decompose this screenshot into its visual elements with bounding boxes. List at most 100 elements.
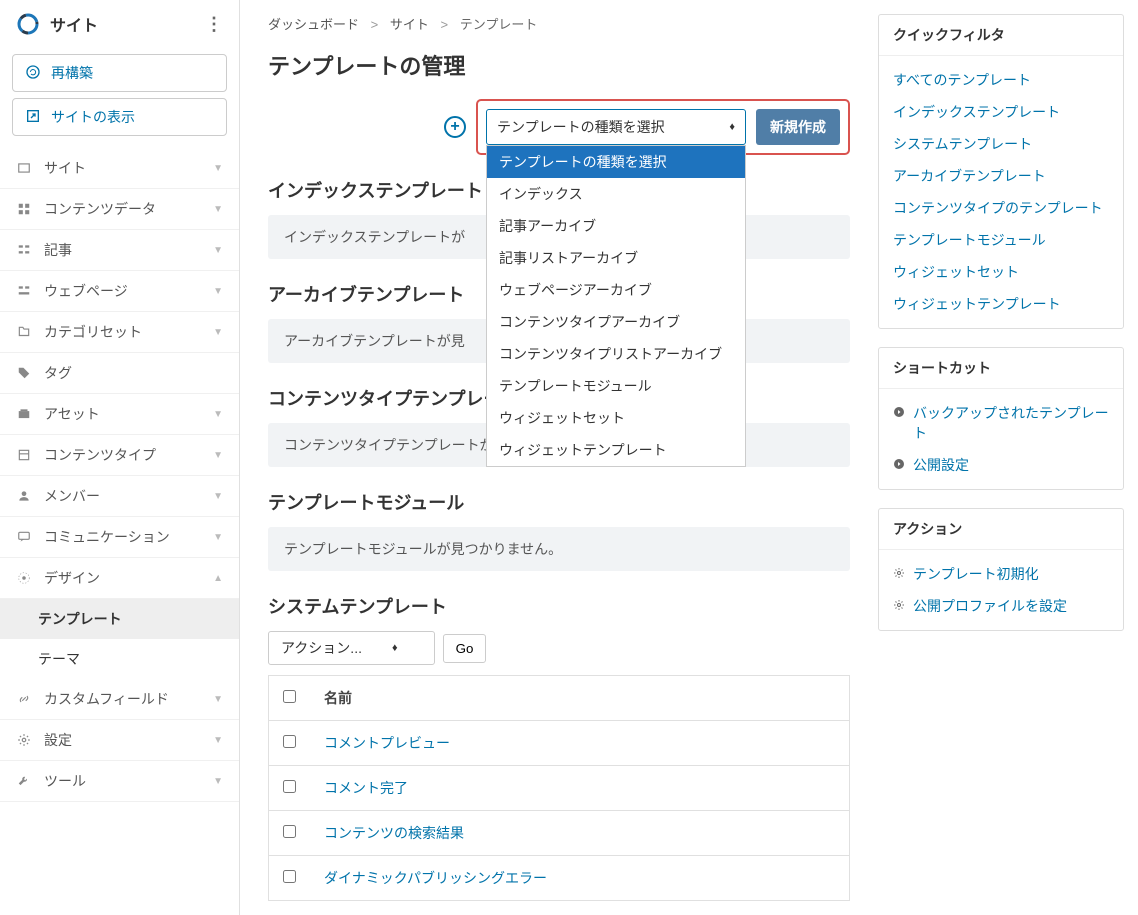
sidebar-title-text: サイト	[50, 12, 98, 36]
template-link[interactable]: コメント完了	[324, 780, 408, 796]
dropdown-item[interactable]: コンテンツタイプアーカイブ	[487, 306, 745, 338]
more-icon[interactable]: ⋮	[205, 14, 223, 35]
sidebar-item-customfield[interactable]: カスタムフィールド ▼	[0, 679, 239, 720]
filter-link[interactable]: ウィジェットテンプレート	[893, 288, 1109, 320]
row-checkbox[interactable]	[283, 825, 296, 838]
dropdown-item[interactable]: 記事アーカイブ	[487, 210, 745, 242]
chevron-down-icon: ▼	[213, 327, 223, 338]
chevron-down-icon: ▼	[213, 245, 223, 256]
sidebar-subitem-template[interactable]: テンプレート	[0, 599, 239, 639]
add-icon[interactable]: +	[444, 116, 466, 138]
panel-title: アクション	[879, 509, 1123, 550]
shortcut-label: バックアップされたテンプレート	[913, 403, 1109, 443]
nav-label: コンテンツデータ	[44, 199, 156, 219]
sidebar-item-site[interactable]: サイト ▼	[0, 148, 239, 189]
breadcrumb-site[interactable]: サイト	[390, 17, 429, 32]
table-row: ダイナミックパブリッシングエラー	[269, 856, 850, 901]
action-link[interactable]: 公開プロファイルを設定	[893, 590, 1109, 622]
sidebar: サイト ⋮ 再構築 サイトの表示 サイト ▼	[0, 0, 240, 915]
dropdown-item[interactable]: ウェブページアーカイブ	[487, 274, 745, 306]
filter-link[interactable]: ウィジェットセット	[893, 256, 1109, 288]
bulk-action-select[interactable]: アクション... ♦	[268, 631, 435, 665]
sidebar-item-webpage[interactable]: ウェブページ ▼	[0, 271, 239, 312]
rebuild-label: 再構築	[51, 63, 93, 83]
sidebar-subitem-theme[interactable]: テーマ	[0, 639, 239, 679]
sidebar-item-entry[interactable]: 記事 ▼	[0, 230, 239, 271]
row-checkbox[interactable]	[283, 780, 296, 793]
sidebar-item-contentdata[interactable]: コンテンツデータ ▼	[0, 189, 239, 230]
asset-icon	[16, 406, 32, 422]
sidebar-item-categoryset[interactable]: カテゴリセット ▼	[0, 312, 239, 353]
chevron-down-icon: ▼	[213, 776, 223, 787]
chevron-down-icon: ▼	[213, 491, 223, 502]
dropdown-item[interactable]: ウィジェットテンプレート	[487, 434, 745, 466]
sidebar-item-communication[interactable]: コミュニケーション ▼	[0, 517, 239, 558]
chevron-down-icon: ▼	[213, 409, 223, 420]
sidebar-item-contenttype[interactable]: コンテンツタイプ ▼	[0, 435, 239, 476]
sidebar-item-design[interactable]: デザイン ▲	[0, 558, 239, 599]
breadcrumb: ダッシュボード > サイト > テンプレート	[268, 14, 850, 33]
filter-link[interactable]: コンテンツタイプのテンプレート	[893, 192, 1109, 224]
shortcut-link[interactable]: バックアップされたテンプレート	[893, 397, 1109, 449]
nav-label: メンバー	[44, 486, 100, 506]
gear-icon	[893, 566, 905, 582]
action-label: テンプレート初期化	[913, 564, 1039, 584]
go-button[interactable]: Go	[443, 634, 487, 663]
template-type-select[interactable]: テンプレートの種類を選択 ♦	[486, 109, 746, 145]
chevron-down-icon: ▼	[213, 204, 223, 215]
dropdown-item[interactable]: テンプレートモジュール	[487, 370, 745, 402]
template-link[interactable]: ダイナミックパブリッシングエラー	[324, 870, 547, 886]
filter-link[interactable]: アーカイブテンプレート	[893, 160, 1109, 192]
dropdown-item[interactable]: ウィジェットセット	[487, 402, 745, 434]
sidebar-item-asset[interactable]: アセット ▼	[0, 394, 239, 435]
chevron-down-icon: ▼	[213, 163, 223, 174]
nav-label: 記事	[44, 240, 72, 260]
row-checkbox[interactable]	[283, 870, 296, 883]
breadcrumb-dashboard[interactable]: ダッシュボード	[268, 17, 359, 32]
sidebar-title: サイト	[16, 12, 98, 36]
link-icon	[16, 691, 32, 707]
page-icon	[16, 283, 32, 299]
select-caret-icon: ♦	[729, 121, 735, 133]
arrow-right-icon	[893, 405, 905, 421]
template-type-dropdown: テンプレートの種類を選択 インデックス 記事アーカイブ 記事リストアーカイブ ウ…	[486, 145, 746, 467]
table-row: コメント完了	[269, 766, 850, 811]
rebuild-button[interactable]: 再構築	[12, 54, 227, 92]
filter-link[interactable]: インデックステンプレート	[893, 96, 1109, 128]
filter-link[interactable]: テンプレートモジュール	[893, 224, 1109, 256]
tag-icon	[16, 365, 32, 381]
shortcut-link[interactable]: 公開設定	[893, 449, 1109, 481]
sidebar-item-settings[interactable]: 設定 ▼	[0, 720, 239, 761]
template-link[interactable]: コメントプレビュー	[324, 735, 450, 751]
select-label: テンプレートの種類を選択	[497, 117, 665, 137]
create-new-button[interactable]: 新規作成	[756, 109, 840, 145]
chat-icon	[16, 529, 32, 545]
row-checkbox[interactable]	[283, 735, 296, 748]
design-icon	[16, 570, 32, 586]
filter-link[interactable]: システムテンプレート	[893, 128, 1109, 160]
dropdown-item[interactable]: インデックス	[487, 178, 745, 210]
template-link[interactable]: コンテンツの検索結果	[324, 825, 464, 841]
site-icon	[16, 160, 32, 176]
template-type-select-wrapper: テンプレートの種類を選択 ♦ テンプレートの種類を選択 インデックス 記事アーカ…	[486, 109, 746, 145]
nav-label: アセット	[44, 404, 100, 424]
chevron-down-icon: ▼	[213, 694, 223, 705]
dropdown-item[interactable]: 記事リストアーカイブ	[487, 242, 745, 274]
system-template-table: 名前 コメントプレビュー コメント完了 コンテンツの検索結果	[268, 675, 850, 901]
nav-label: カスタムフィールド	[44, 689, 169, 709]
dropdown-item[interactable]: テンプレートの種類を選択	[487, 146, 745, 178]
main-content: ダッシュボード > サイト > テンプレート テンプレートの管理 + テンプレー…	[240, 0, 878, 915]
action-select-label: アクション...	[281, 638, 362, 658]
view-site-button[interactable]: サイトの表示	[12, 98, 227, 136]
select-all-checkbox[interactable]	[283, 690, 296, 703]
subnav-label: テンプレート	[38, 611, 122, 627]
action-link[interactable]: テンプレート初期化	[893, 558, 1109, 590]
sidebar-item-tag[interactable]: タグ	[0, 353, 239, 394]
filter-link[interactable]: すべてのテンプレート	[893, 64, 1109, 96]
sidebar-item-member[interactable]: メンバー ▼	[0, 476, 239, 517]
breadcrumb-sep: >	[371, 17, 379, 32]
dropdown-item[interactable]: コンテンツタイプリストアーカイブ	[487, 338, 745, 370]
gear-icon	[893, 598, 905, 614]
sidebar-item-tools[interactable]: ツール ▼	[0, 761, 239, 802]
arrow-right-icon	[893, 457, 905, 473]
